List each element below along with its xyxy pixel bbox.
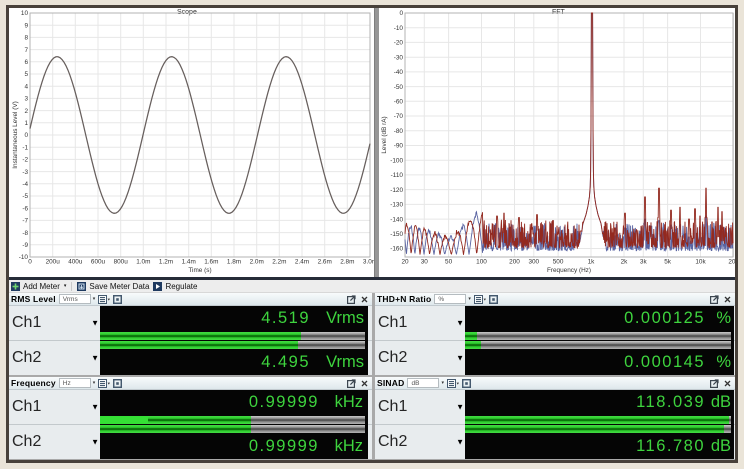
svg-text:2k: 2k	[621, 259, 629, 266]
svg-text:30: 30	[421, 259, 429, 266]
svg-text:-8: -8	[22, 230, 28, 237]
svg-text:2.0m: 2.0m	[250, 259, 264, 266]
svg-text:0: 0	[24, 132, 28, 139]
svg-text:-30: -30	[394, 54, 404, 61]
svg-text:Time (s): Time (s)	[188, 267, 211, 274]
svg-text:100: 100	[476, 259, 487, 266]
svg-text:-40: -40	[394, 69, 404, 76]
svg-text:7: 7	[24, 47, 28, 54]
svg-text:2: 2	[24, 108, 28, 115]
svg-text:-160: -160	[390, 246, 403, 253]
svg-text:-50: -50	[394, 84, 404, 91]
svg-text:-9: -9	[22, 242, 28, 249]
svg-text:8: 8	[24, 35, 28, 42]
svg-text:500: 500	[553, 259, 564, 266]
svg-text:10k: 10k	[695, 259, 706, 266]
svg-text:400u: 400u	[68, 259, 83, 266]
svg-text:3.0m: 3.0m	[363, 259, 374, 266]
svg-text:-90: -90	[394, 143, 404, 150]
svg-text:-7: -7	[22, 218, 28, 225]
svg-text:-70: -70	[394, 113, 404, 120]
svg-text:800u: 800u	[114, 259, 129, 266]
svg-text:-80: -80	[394, 128, 404, 135]
svg-text:-10: -10	[394, 25, 404, 32]
svg-text:0: 0	[28, 259, 32, 266]
svg-text:Level (dB rA): Level (dB rA)	[381, 116, 388, 153]
svg-text:20: 20	[401, 259, 409, 266]
svg-text:-130: -130	[390, 202, 403, 209]
svg-text:3k: 3k	[640, 259, 648, 266]
svg-text:1.0m: 1.0m	[136, 259, 150, 266]
svg-text:0: 0	[399, 10, 403, 17]
svg-text:200: 200	[509, 259, 520, 266]
svg-text:-6: -6	[22, 205, 28, 212]
svg-text:-3: -3	[22, 169, 28, 176]
svg-text:1.4m: 1.4m	[182, 259, 196, 266]
svg-text:600u: 600u	[91, 259, 106, 266]
svg-text:1k: 1k	[588, 259, 596, 266]
svg-text:-20: -20	[394, 40, 404, 47]
svg-text:5k: 5k	[664, 259, 672, 266]
svg-text:3: 3	[24, 96, 28, 103]
svg-text:-140: -140	[390, 216, 403, 223]
svg-text:-100: -100	[390, 157, 403, 164]
svg-text:50: 50	[445, 259, 453, 266]
svg-text:300: 300	[528, 259, 539, 266]
svg-text:20k: 20k	[728, 259, 735, 266]
svg-text:1.6m: 1.6m	[204, 259, 218, 266]
svg-text:9: 9	[24, 22, 28, 29]
svg-text:2.8m: 2.8m	[340, 259, 354, 266]
svg-text:-5: -5	[22, 193, 28, 200]
svg-text:2.4m: 2.4m	[295, 259, 309, 266]
svg-text:Instantaneous Level (V): Instantaneous Level (V)	[12, 101, 19, 169]
svg-text:1: 1	[24, 120, 28, 127]
svg-text:-150: -150	[390, 231, 403, 238]
svg-text:10: 10	[21, 10, 29, 17]
svg-text:-2: -2	[22, 157, 28, 164]
svg-text:200u: 200u	[46, 259, 61, 266]
svg-text:-1: -1	[22, 144, 28, 151]
svg-text:-60: -60	[394, 99, 404, 106]
svg-text:6: 6	[24, 59, 28, 66]
svg-text:4: 4	[24, 83, 28, 90]
svg-text:-10: -10	[19, 254, 29, 261]
svg-text:-120: -120	[390, 187, 403, 194]
svg-text:2.6m: 2.6m	[318, 259, 332, 266]
svg-text:2.2m: 2.2m	[272, 259, 286, 266]
svg-text:1.2m: 1.2m	[159, 259, 173, 266]
svg-text:5: 5	[24, 71, 28, 78]
svg-text:-4: -4	[22, 181, 28, 188]
svg-text:Frequency (Hz): Frequency (Hz)	[547, 267, 591, 274]
svg-text:-110: -110	[391, 172, 404, 179]
svg-text:1.8m: 1.8m	[227, 259, 241, 266]
